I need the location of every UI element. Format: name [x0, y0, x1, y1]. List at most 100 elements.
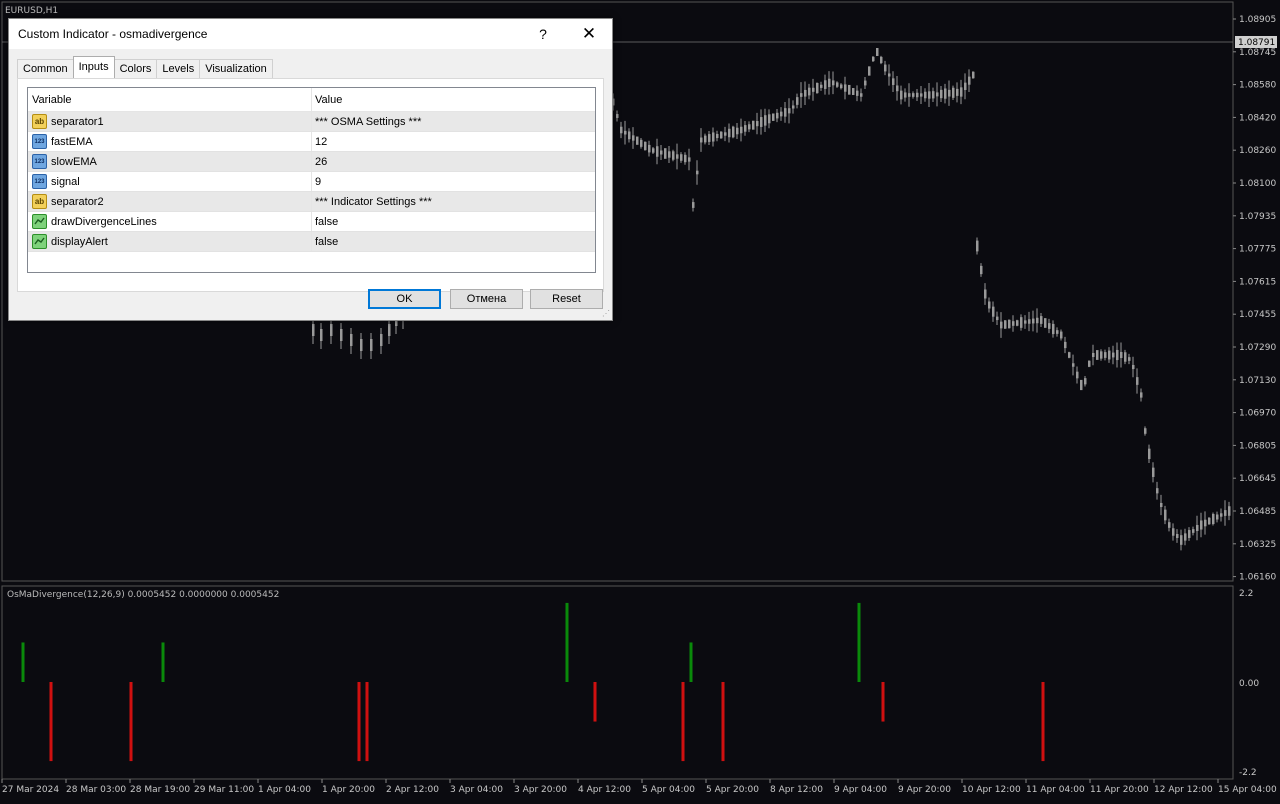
variable-value: *** Indicator Settings ***	[315, 195, 432, 208]
cancel-button[interactable]: Отмена	[450, 289, 523, 309]
candle-body	[824, 80, 827, 89]
close-button[interactable]: ✕	[566, 19, 612, 49]
candle-body	[1012, 321, 1015, 326]
price-axis-label: 1.08580	[1239, 81, 1276, 91]
time-axis-label: 1 Apr 20:00	[322, 785, 375, 795]
candle-body	[1208, 517, 1211, 525]
bearish-divergence-bar	[681, 682, 685, 762]
variable-cell[interactable]: displayAlert	[32, 232, 310, 251]
column-header-variable[interactable]: Variable	[32, 88, 310, 111]
price-axis-label: 1.08260	[1239, 146, 1276, 156]
input-row-drawDivergenceLines[interactable]: drawDivergenceLines false	[28, 212, 595, 232]
custom-indicator-dialog: Custom Indicator - osmadivergence ? ✕ Co…	[8, 18, 613, 321]
candle-body	[776, 112, 779, 119]
candle-body	[1168, 522, 1171, 528]
tab-common[interactable]: Common	[17, 59, 74, 78]
candle-body	[1216, 514, 1219, 520]
value-cell[interactable]: false	[315, 212, 593, 231]
bullish-divergence-bar	[857, 602, 861, 682]
candle-body	[968, 76, 971, 85]
reset-button[interactable]: Reset	[530, 289, 603, 309]
value-cell[interactable]: *** Indicator Settings ***	[315, 192, 593, 211]
candle-body	[350, 334, 353, 346]
tab-inputs[interactable]: Inputs	[72, 56, 115, 78]
candle-body	[1144, 428, 1147, 434]
candle-body	[836, 82, 839, 87]
resize-grip-icon[interactable]: ⋰	[602, 310, 610, 318]
time-axis-label: 5 Apr 20:00	[706, 785, 759, 795]
input-row-fastEMA[interactable]: 123 fastEMA 12	[28, 132, 595, 152]
candle-body	[664, 148, 667, 159]
candle-body	[964, 82, 967, 91]
candle-body	[1224, 510, 1227, 516]
price-axis-label: 1.08420	[1239, 113, 1276, 123]
value-cell[interactable]: 26	[315, 152, 593, 171]
input-row-separator1[interactable]: ab separator1 *** OSMA Settings ***	[28, 112, 595, 132]
candle-body	[684, 154, 687, 163]
candle-body	[904, 92, 907, 98]
candle-body	[908, 93, 911, 97]
tab-colors[interactable]: Colors	[113, 59, 158, 78]
time-axis-label: 9 Apr 04:00	[834, 785, 887, 795]
tab-visualization[interactable]: Visualization	[199, 59, 273, 78]
candle-body	[1020, 317, 1023, 328]
candle-body	[852, 88, 855, 96]
candle-body	[868, 66, 871, 76]
help-button[interactable]: ?	[520, 19, 566, 49]
candle-body	[672, 151, 675, 160]
time-axis-label: 3 Apr 04:00	[450, 785, 503, 795]
price-axis-label: 1.06325	[1239, 540, 1276, 550]
candle-body	[624, 130, 627, 135]
candle-body	[1164, 509, 1167, 521]
variable-cell[interactable]: ab separator1	[32, 112, 310, 131]
time-axis-label: 11 Apr 20:00	[1090, 785, 1149, 795]
time-axis-label: 12 Apr 12:00	[1154, 785, 1213, 795]
variable-name: displayAlert	[51, 235, 108, 248]
candle-body	[876, 48, 879, 56]
dialog-titlebar[interactable]: Custom Indicator - osmadivergence ? ✕	[9, 19, 612, 49]
input-row-separator2[interactable]: ab separator2 *** Indicator Settings ***	[28, 192, 595, 212]
value-cell[interactable]: 9	[315, 172, 593, 191]
candle-body	[756, 121, 759, 127]
value-cell[interactable]: *** OSMA Settings ***	[315, 112, 593, 131]
candle-body	[1160, 502, 1163, 508]
variable-name: signal	[51, 175, 80, 188]
candle-body	[992, 306, 995, 317]
candle-body	[1048, 323, 1051, 329]
candle-body	[636, 136, 639, 145]
candle-body	[808, 87, 811, 96]
variable-cell[interactable]: 123 fastEMA	[32, 132, 310, 151]
candle-body	[616, 114, 619, 118]
variable-cell[interactable]: 123 slowEMA	[32, 152, 310, 171]
candle-body	[1084, 378, 1087, 385]
input-row-signal[interactable]: 123 signal 9	[28, 172, 595, 192]
column-header-value[interactable]: Value	[315, 88, 593, 111]
column-divider	[311, 192, 312, 211]
variable-cell[interactable]: 123 signal	[32, 172, 310, 191]
price-axis-label: 1.06970	[1239, 409, 1276, 419]
ok-button[interactable]: OK	[368, 289, 441, 309]
candle-body	[784, 108, 787, 117]
candle-body	[1200, 520, 1203, 530]
time-axis-label: 28 Mar 03:00	[66, 785, 126, 795]
candle-body	[1060, 331, 1063, 339]
candle-body	[1136, 377, 1139, 385]
candle-body	[1000, 321, 1003, 329]
bullish-divergence-bar	[565, 602, 569, 682]
candle-body	[1088, 360, 1091, 367]
candle-body	[900, 90, 903, 100]
variable-cell[interactable]: drawDivergenceLines	[32, 212, 310, 231]
candle-body	[816, 82, 819, 94]
candle-body	[1116, 349, 1119, 361]
variable-cell[interactable]: ab separator2	[32, 192, 310, 211]
input-row-slowEMA[interactable]: 123 slowEMA 26	[28, 152, 595, 172]
input-row-displayAlert[interactable]: displayAlert false	[28, 232, 595, 252]
candle-body	[820, 84, 823, 88]
value-cell[interactable]: 12	[315, 132, 593, 151]
integer-type-icon: 123	[32, 134, 47, 149]
variable-name: separator2	[51, 195, 104, 208]
tab-levels[interactable]: Levels	[156, 59, 201, 78]
value-cell[interactable]: false	[315, 232, 593, 251]
candle-body	[652, 148, 655, 153]
candle-body	[960, 87, 963, 97]
